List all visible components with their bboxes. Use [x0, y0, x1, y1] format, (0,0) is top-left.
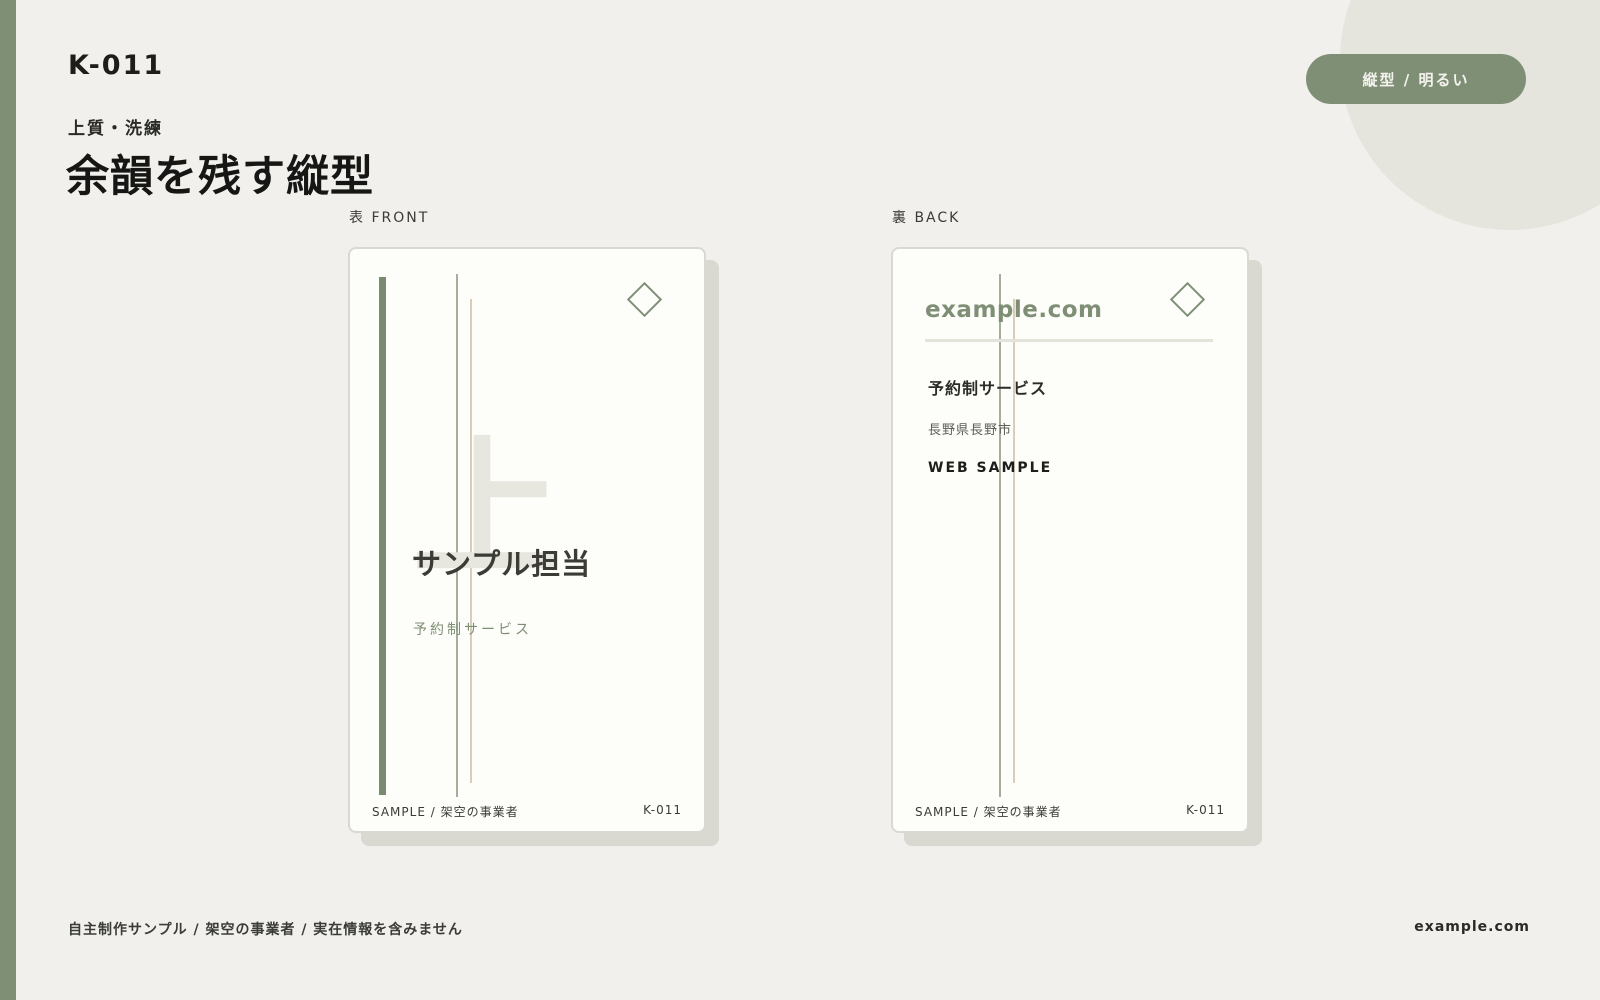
vertical-line [999, 274, 1001, 797]
front-accent-bar [379, 277, 386, 795]
card-name: サンプル担当 [412, 547, 592, 581]
decorative-circle [1340, 0, 1600, 230]
left-accent-bar [0, 0, 16, 1000]
back-service: 予約制サービス [928, 379, 1048, 398]
front-card: 上 サンプル担当 予約制サービス SAMPLE / 架空の事業者 K-011 [348, 247, 706, 833]
tagline: 上質・洗練 [68, 119, 163, 139]
back-footer-code: K-011 [1178, 803, 1225, 817]
back-footer-left: SAMPLE / 架空の事業者 [915, 803, 1070, 820]
front-service: 予約制サービス [413, 622, 532, 638]
back-divider [925, 339, 1213, 342]
footer-url: example.com [1414, 919, 1530, 935]
back-card: example.com 予約制サービス 長野県長野市 WEB SAMPLE SA… [891, 247, 1249, 833]
vertical-line [1013, 299, 1015, 783]
back-web: WEB SAMPLE [928, 460, 1053, 476]
front-footer-left: SAMPLE / 架空の事業者 [372, 803, 527, 820]
back-url: example.com [925, 297, 1103, 323]
footer-note: 自主制作サンプル / 架空の事業者 / 実在情報を含みません [68, 922, 463, 938]
front-footer-code: K-011 [635, 803, 682, 817]
page-title: 余韻を残す縦型 [66, 152, 374, 202]
diamond-outline-icon [626, 281, 663, 318]
front-label: 表 FRONT [349, 210, 430, 226]
back-place: 長野県長野市 [928, 423, 1013, 438]
back-label: 裏 BACK [892, 210, 961, 226]
template-code: K-011 [68, 50, 165, 81]
style-badge: 縦型 / 明るい [1306, 54, 1526, 104]
diamond-outline-icon [1169, 281, 1206, 318]
